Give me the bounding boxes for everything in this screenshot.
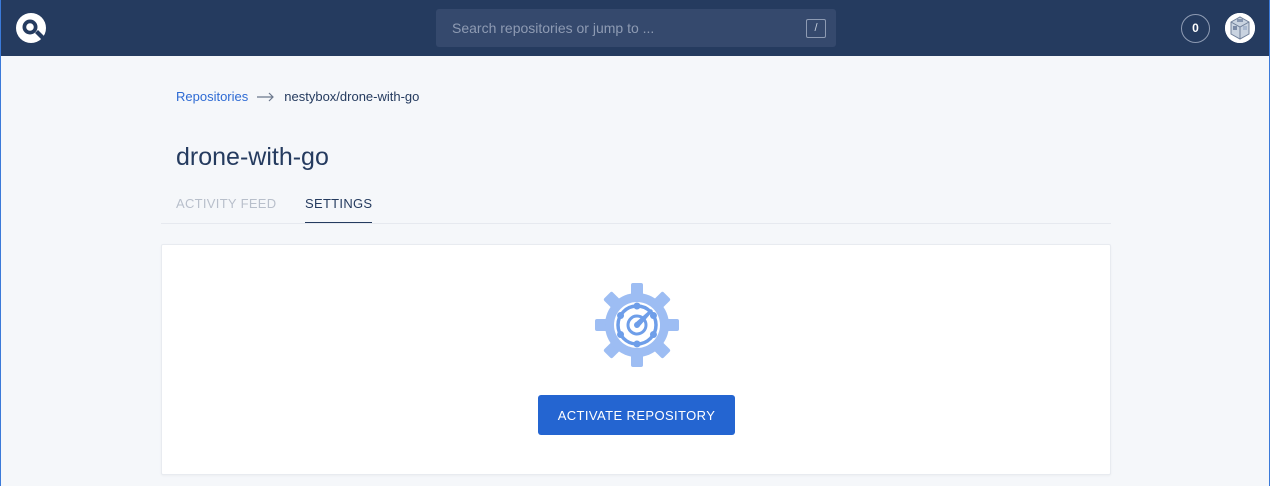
tab-settings[interactable]: SETTINGS [305,196,373,223]
search-input[interactable] [436,9,836,47]
breadcrumb-repositories-link[interactable]: Repositories [176,89,248,104]
settings-card: ACTIVATE REPOSITORY [161,244,1111,475]
tab-bar: ACTIVITY FEED SETTINGS [161,190,1111,224]
activate-repository-button[interactable]: ACTIVATE REPOSITORY [538,395,735,435]
user-avatar-icon[interactable] [1225,13,1255,43]
page-title: drone-with-go [176,143,329,171]
top-navigation-bar: / 0 [1,0,1269,56]
notification-counter[interactable]: 0 [1181,14,1210,43]
arrow-right-icon [257,92,275,101]
breadcrumb-current: nestybox/drone-with-go [284,89,420,104]
drone-logo-icon[interactable] [15,12,47,44]
settings-gear-icon [595,283,679,367]
breadcrumb: Repositories nestybox/drone-with-go [176,89,419,104]
search-shortcut-hint: / [806,19,826,38]
search-box[interactable]: / [436,9,836,47]
tab-activity-feed[interactable]: ACTIVITY FEED [176,196,276,222]
